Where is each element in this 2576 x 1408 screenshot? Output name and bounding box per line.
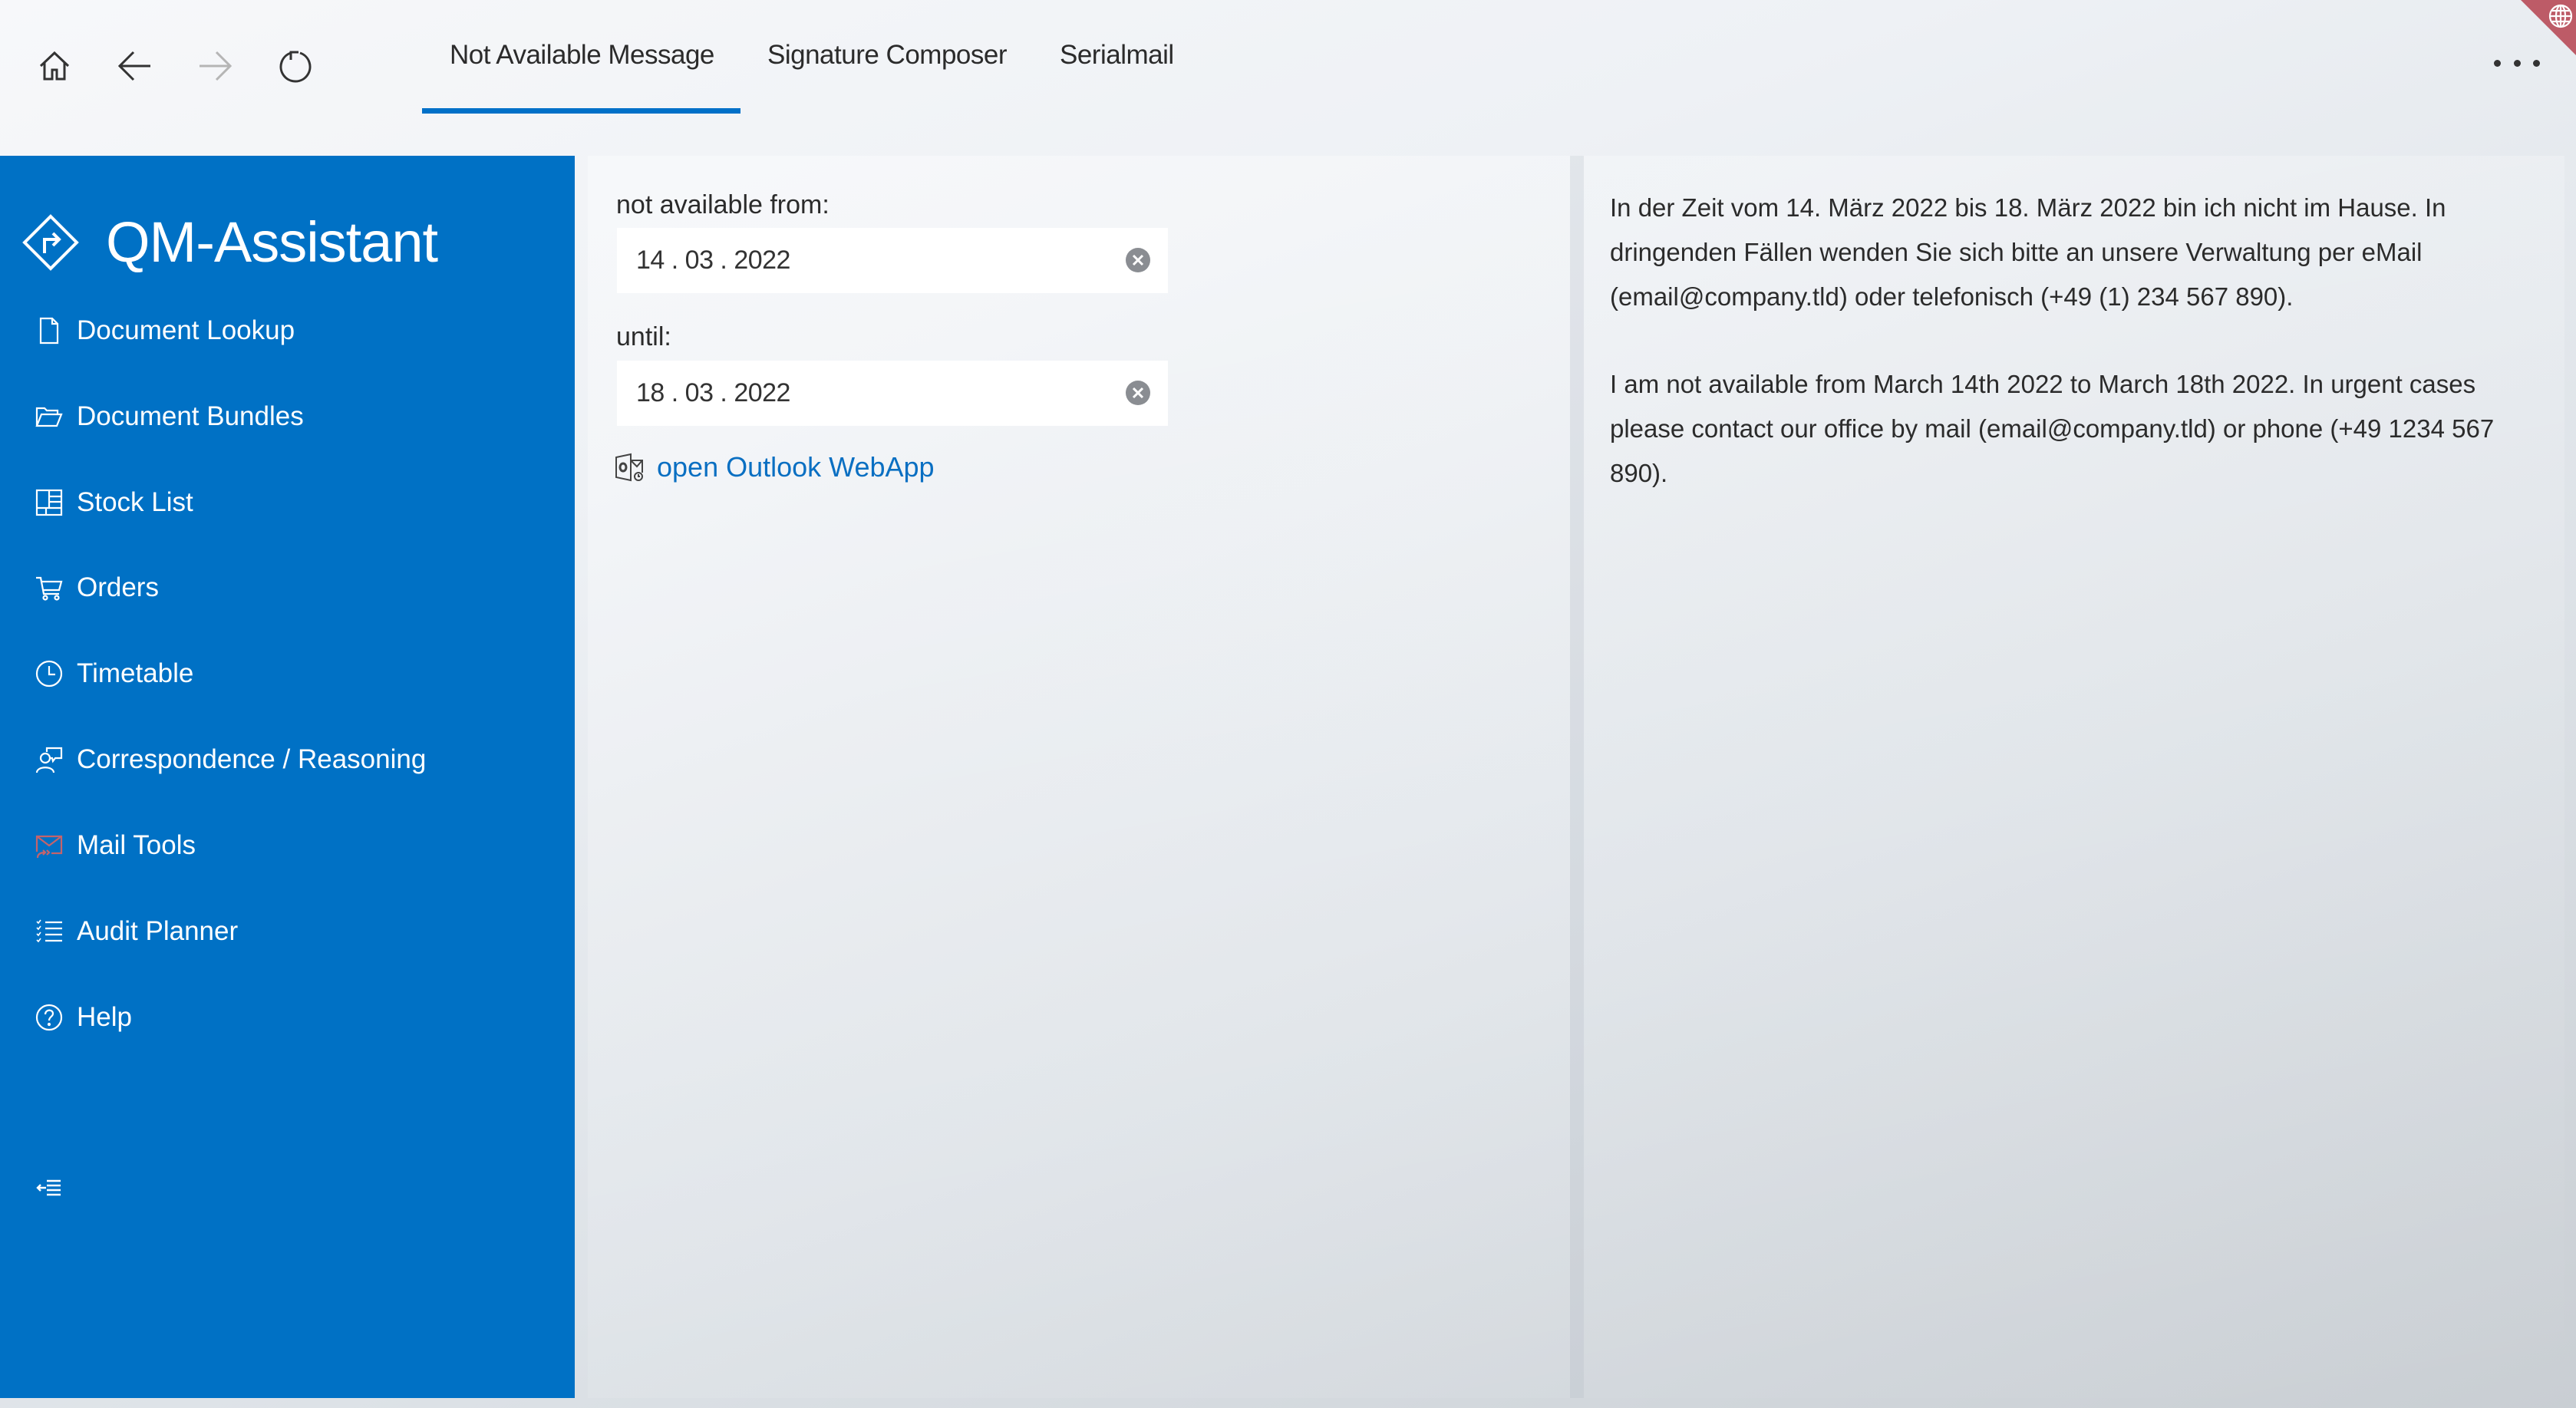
refresh-button[interactable] [268, 38, 323, 94]
directions-diamond-icon [22, 213, 79, 271]
until-date-value: 18 . 03 . 2022 [636, 378, 790, 407]
more-horizontal-icon [2494, 59, 2501, 67]
sidebar-item-label: Stock List [77, 487, 193, 517]
tab-serialmail[interactable]: Serialmail [1060, 40, 1174, 94]
grid-icon [35, 489, 63, 516]
outlook-icon [615, 453, 643, 482]
globe-icon [2548, 4, 2573, 28]
app-title: QM-Assistant [106, 210, 438, 274]
back-button[interactable] [107, 38, 163, 94]
more-dot [2513, 59, 2521, 67]
open-outlook-webapp-link[interactable]: open Outlook WebApp [614, 451, 935, 483]
document-icon [39, 317, 59, 345]
sidebar-item-label: Timetable [77, 658, 194, 688]
mail-forward-icon [35, 835, 63, 859]
message-preview-panel [1584, 156, 2564, 1398]
message-german: In der Zeit vom 14. März 2022 bis 18. Mä… [1610, 193, 2446, 311]
home-icon [39, 51, 70, 81]
sidebar-item-label: Audit Planner [77, 916, 239, 946]
clear-from-date-button[interactable] [1126, 248, 1150, 272]
panel-divider[interactable] [1570, 156, 1584, 1398]
sidebar-item-document-lookup[interactable]: Document Lookup [34, 304, 295, 358]
sidebar-item-label: Mail Tools [77, 830, 196, 860]
sidebar-item-mail-tools[interactable]: Mail Tools [34, 819, 196, 872]
help-icon [35, 1004, 63, 1031]
sidebar-item-help[interactable]: Help [34, 991, 132, 1044]
sidebar: QM-Assistant Document Lookup Document Bu… [0, 156, 575, 1398]
form-panel [588, 156, 1570, 1398]
message-english: I am not available from March 14th 2022 … [1610, 370, 2495, 487]
collapse-sidebar-button[interactable] [34, 1163, 64, 1217]
corner-badge[interactable] [2521, 0, 2576, 55]
from-date-value: 14 . 03 . 2022 [636, 246, 790, 275]
sidebar-item-stock-list[interactable]: Stock List [34, 476, 193, 529]
sidebar-item-audit-planner[interactable]: Audit Planner [34, 905, 238, 958]
from-date-field[interactable]: 14 . 03 . 2022 [617, 228, 1168, 293]
outlook-link-label: open Outlook WebApp [657, 451, 935, 483]
arrow-left-icon [117, 51, 150, 81]
forward-button[interactable] [187, 38, 242, 94]
shopping-cart-icon [36, 576, 63, 601]
sidebar-item-label: Document Bundles [77, 401, 304, 431]
more-dot [2533, 59, 2540, 67]
sidebar-item-label: Document Lookup [77, 315, 295, 345]
until-label: until: [616, 322, 671, 351]
collapse-menu-icon [36, 1179, 61, 1196]
home-button[interactable] [27, 38, 82, 94]
active-tab-indicator [422, 108, 740, 114]
app-brand: QM-Assistant [20, 209, 438, 275]
sidebar-item-label: Help [77, 1002, 132, 1032]
tab-not-available-message[interactable]: Not Available Message [450, 40, 714, 94]
tab-signature-composer[interactable]: Signature Composer [767, 40, 1008, 94]
clock-icon [35, 660, 63, 688]
checklist-icon [36, 919, 62, 943]
from-label: not available from: [616, 190, 830, 219]
person-feedback-icon [35, 747, 63, 773]
until-date-field[interactable]: 18 . 03 . 2022 [617, 361, 1168, 426]
sidebar-item-timetable[interactable]: Timetable [34, 647, 193, 701]
close-icon [1132, 387, 1144, 399]
close-icon [1132, 254, 1144, 266]
clear-until-date-button[interactable] [1126, 381, 1150, 405]
arrow-right-icon [200, 51, 233, 81]
sidebar-item-label: Orders [77, 572, 159, 602]
sidebar-item-correspondence-reasoning[interactable]: Correspondence / Reasoning [34, 733, 426, 786]
sidebar-item-document-bundles[interactable]: Document Bundles [34, 390, 304, 444]
top-bar: Not Available Message Signature Composer… [0, 0, 2576, 156]
refresh-icon [279, 51, 312, 83]
folder-open-icon [35, 407, 63, 427]
sidebar-item-orders[interactable]: Orders [34, 561, 159, 615]
sidebar-item-label: Correspondence / Reasoning [77, 744, 427, 774]
